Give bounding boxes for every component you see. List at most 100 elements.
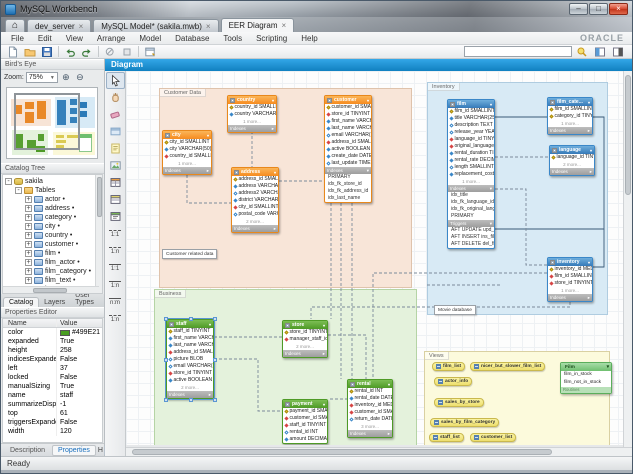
- table-tool[interactable]: [106, 174, 125, 191]
- diagram-canvas[interactable]: Customer DataInventoryBusinessViewsCusto…: [126, 71, 623, 445]
- selection-handle[interactable]: [213, 317, 217, 321]
- search-input[interactable]: [464, 46, 572, 57]
- more-fields-label[interactable]: 3 more...: [348, 423, 392, 430]
- zoom-select[interactable]: 75% ▼: [26, 72, 58, 83]
- diagram-table-customer[interactable]: customer▾customer_id SMALL...store_id TI…: [324, 95, 372, 203]
- diagram-view-staff_list[interactable]: staff_list: [429, 433, 464, 442]
- property-row-expanded[interactable]: expandedTrue: [3, 337, 102, 346]
- diagram-view-customer_list[interactable]: customer_list: [470, 433, 516, 442]
- title-bar[interactable]: MySQL Workbench –□×: [1, 1, 632, 17]
- tree-expander[interactable]: +: [25, 196, 32, 203]
- more-fields-label[interactable]: 2 more...: [550, 161, 594, 168]
- diagram-view-nicer_but_slower_film_list[interactable]: nicer_but_slower_film_list: [470, 362, 545, 371]
- tree-expander[interactable]: -: [5, 178, 12, 185]
- menu-tools[interactable]: Tools: [216, 34, 249, 43]
- property-row-manualSizing[interactable]: manualSizingTrue: [3, 382, 102, 391]
- birds-eye-minimap[interactable]: [6, 87, 98, 159]
- menu-file[interactable]: File: [4, 34, 31, 43]
- diagram-table-rental[interactable]: rental▾rental_id INTrental_date DATE...i…: [347, 379, 393, 438]
- note-tool[interactable]: [106, 140, 125, 157]
- diagram-table-country[interactable]: country▾country_id SMALLINTcountry VARCH…: [227, 95, 277, 133]
- tab-close-icon[interactable]: ×: [206, 22, 211, 31]
- tree-expander[interactable]: +: [25, 232, 32, 239]
- view-tool[interactable]: [106, 191, 125, 208]
- more-fields-label[interactable]: 1 more...: [228, 118, 276, 125]
- diagram-table-staff[interactable]: staff▾staff_id TINYINTfirst_name VARCH..…: [166, 319, 214, 399]
- sidebar-tab-layers[interactable]: Layers: [39, 298, 70, 307]
- property-row-top[interactable]: top61: [3, 409, 102, 418]
- open-model-button[interactable]: [22, 45, 38, 58]
- tree-item-customer[interactable]: +customer •: [5, 240, 102, 249]
- more-fields-label[interactable]: 2 more...: [232, 218, 278, 225]
- section-header-indexes[interactable]: Indexes▸: [283, 350, 327, 357]
- tab-close-icon[interactable]: ×: [282, 21, 287, 30]
- rel-1n-nonidentifying-tool[interactable]: 1:n: [106, 242, 125, 259]
- selection-handle[interactable]: [164, 317, 168, 321]
- tree-item-category[interactable]: +category •: [5, 213, 102, 222]
- tree-item-film[interactable]: +film •: [5, 249, 102, 258]
- section-header-indexes[interactable]: Indexes▸: [548, 294, 592, 301]
- maximize-button[interactable]: □: [589, 3, 608, 15]
- section-header-indexes[interactable]: Indexes▸: [232, 225, 278, 232]
- save-model-button[interactable]: [39, 45, 55, 58]
- home-tab[interactable]: ⌂: [5, 19, 25, 32]
- minimap-viewport[interactable]: [14, 93, 80, 150]
- selection-handle[interactable]: [213, 398, 217, 402]
- selection-handle[interactable]: [164, 358, 168, 362]
- image-tool[interactable]: [106, 157, 125, 174]
- canvas-horizontal-scrollbar[interactable]: [126, 447, 632, 456]
- bottom-tab-properties[interactable]: Properties: [52, 445, 96, 456]
- rel-nm-identifying-tool[interactable]: n:m: [106, 293, 125, 310]
- tree-vertical-scrollbar[interactable]: [95, 175, 102, 293]
- toggle-right-panel-icon[interactable]: [610, 45, 626, 58]
- diagram-view-sales_by_film_category[interactable]: sales_by_film_category: [430, 418, 499, 427]
- property-row-indicesExpanded[interactable]: indicesExpandedFalse: [3, 355, 102, 364]
- section-header-indexes[interactable]: Indexes▸: [348, 430, 392, 437]
- tree-item-address[interactable]: +address •: [5, 204, 102, 213]
- tree-expander[interactable]: +: [25, 268, 32, 275]
- zoom-in-button[interactable]: ⊕: [60, 72, 72, 84]
- hand-tool[interactable]: [106, 89, 125, 106]
- tree-item-country[interactable]: +country •: [5, 231, 102, 240]
- section-header-indexes[interactable]: Indexes▸: [548, 127, 592, 134]
- tree-expander[interactable]: +: [25, 250, 32, 257]
- property-row-name[interactable]: namestaff: [3, 391, 102, 400]
- section-header-indexes[interactable]: Indexes▾: [448, 185, 494, 192]
- tree-expander[interactable]: +: [25, 205, 32, 212]
- diagram-table-film_cate[interactable]: film_cate...▾film_id SMALLINTcategory_id…: [547, 97, 593, 135]
- property-row-width[interactable]: width120: [3, 427, 102, 436]
- rel-11-identifying-tool[interactable]: 1:1: [106, 259, 125, 276]
- routine-group-film[interactable]: Film▾film_in_stockfilm_not_in_stockRouti…: [560, 362, 612, 394]
- tab-dev_server[interactable]: dev_server×: [27, 19, 91, 32]
- menu-model[interactable]: Model: [132, 34, 168, 43]
- routine-group-tool[interactable]: [106, 208, 125, 225]
- more-fields-label[interactable]: 1 more...: [448, 178, 494, 185]
- more-fields-label[interactable]: 2 more...: [283, 343, 327, 350]
- rel-1n-existing-tool[interactable]: 1:n: [106, 310, 125, 327]
- property-row-left[interactable]: left37: [3, 364, 102, 373]
- zoom-reset-button[interactable]: [119, 45, 135, 58]
- diagram-table-city[interactable]: city▾city_id SMALLINTcity VARCHAR(50)cou…: [162, 130, 212, 175]
- menu-arrange[interactable]: Arrange: [90, 34, 132, 43]
- tab-mysql[interactable]: MySQL Model* (sakila.mwb)×: [93, 19, 218, 32]
- menu-help[interactable]: Help: [294, 34, 324, 43]
- find-icon[interactable]: [574, 45, 590, 58]
- section-header-indexes[interactable]: Indexes▸: [228, 125, 276, 132]
- tree-item-film_text[interactable]: +film_text •: [5, 276, 102, 285]
- bottom-tab-description[interactable]: Description: [5, 446, 50, 455]
- redo-button[interactable]: [79, 45, 95, 58]
- menu-edit[interactable]: Edit: [31, 34, 59, 43]
- section-header-triggers[interactable]: Triggers▾: [448, 220, 494, 227]
- menu-database[interactable]: Database: [168, 34, 216, 43]
- zoom-out-button[interactable]: ⊖: [74, 72, 86, 84]
- pointer-tool[interactable]: [106, 72, 125, 89]
- selection-handle[interactable]: [189, 398, 193, 402]
- canvas-vertical-scrollbar[interactable]: [623, 71, 632, 447]
- diagram-view-film_list[interactable]: film_list: [432, 362, 465, 371]
- routine-row[interactable]: film_not_in_stock: [561, 379, 611, 387]
- selection-handle[interactable]: [213, 358, 217, 362]
- property-row-locked[interactable]: lockedFalse: [3, 373, 102, 382]
- diagram-table-store[interactable]: store▾store_id TINYINTmanager_staff_id .…: [282, 320, 328, 358]
- diagram-note[interactable]: Movie database: [434, 305, 476, 315]
- more-fields-label[interactable]: 1 more...: [163, 160, 211, 167]
